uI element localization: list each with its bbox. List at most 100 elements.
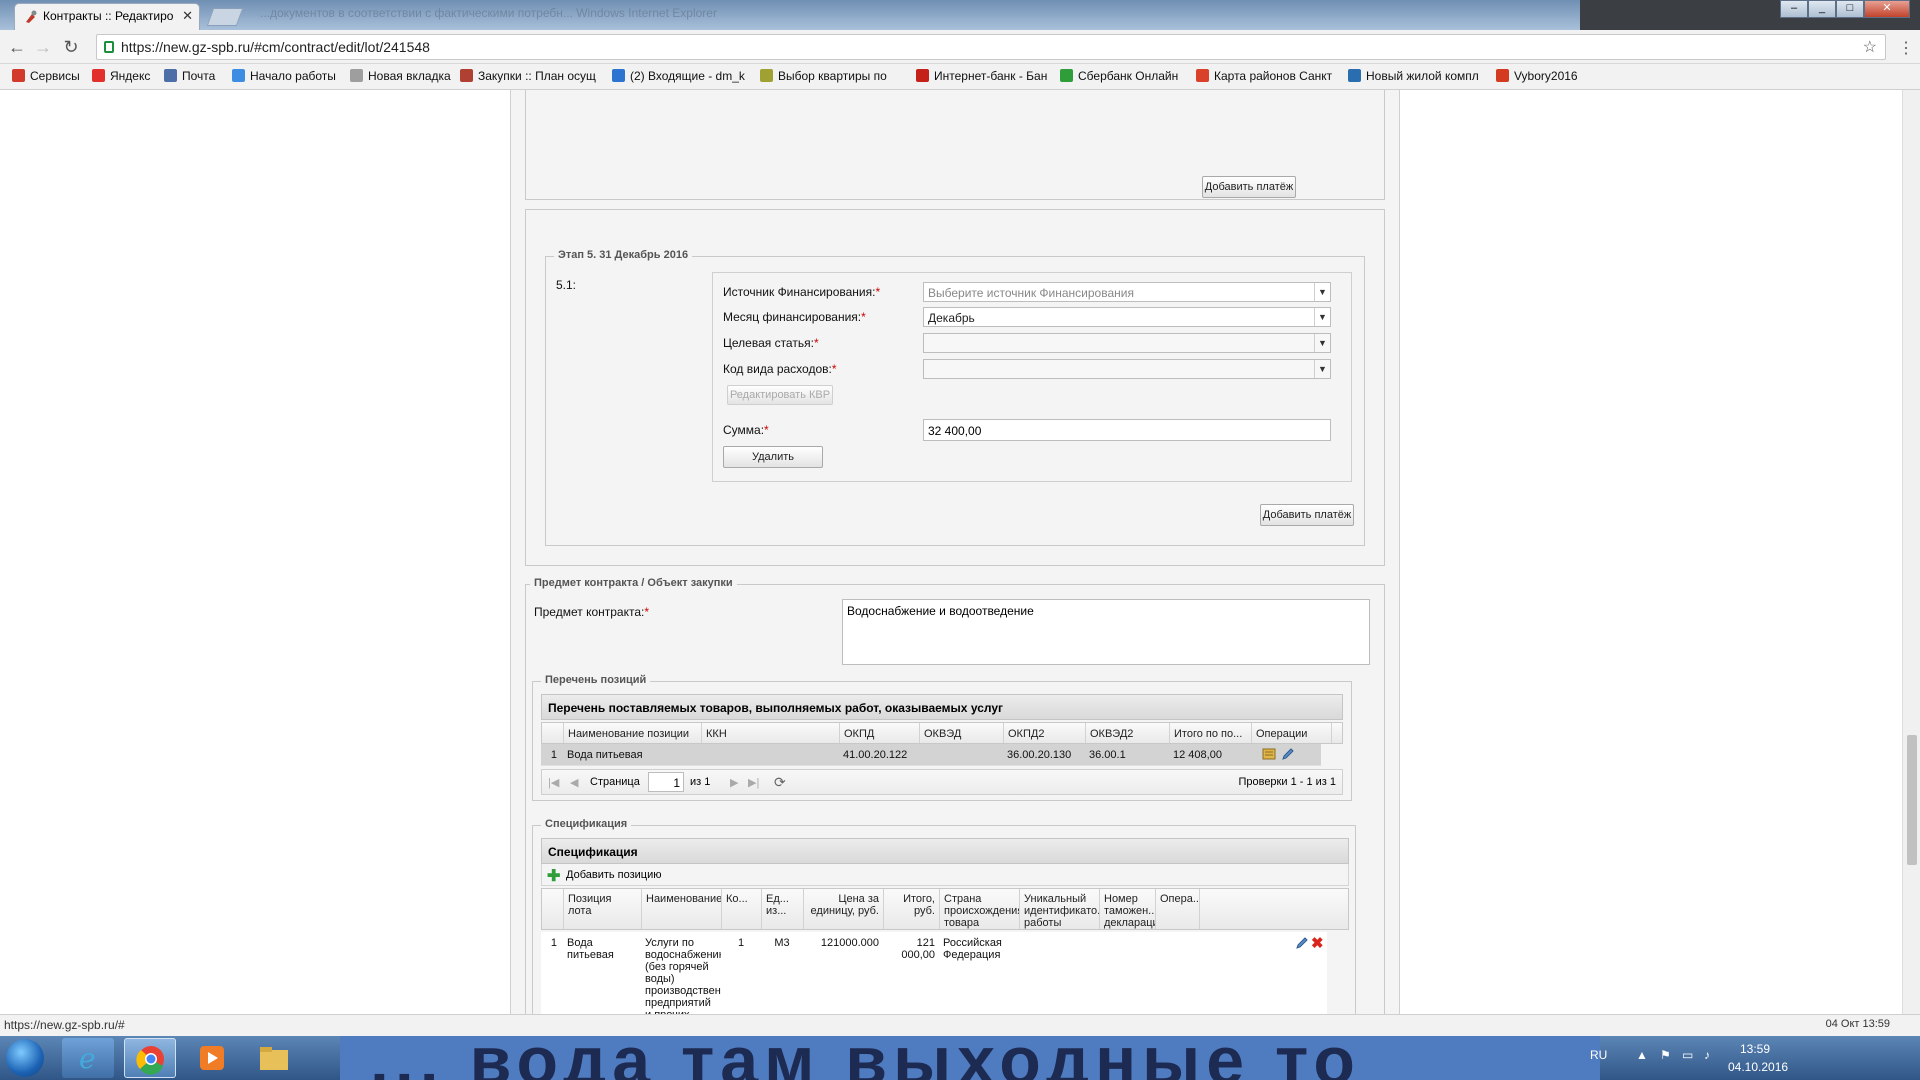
column-header[interactable]: Наименование (642, 889, 722, 929)
contract-edit-form: Добавить платёж Этап 5. 31 Декабрь 2016 … (510, 90, 1400, 1014)
explorer-taskbar-icon[interactable] (248, 1038, 300, 1078)
chrome-taskbar-icon[interactable] (124, 1038, 176, 1078)
back-arrow-icon[interactable]: ← (6, 36, 28, 58)
new-tab-button[interactable] (206, 8, 244, 26)
cell-okpd: 41.00.20.122 (843, 749, 908, 761)
bookmark-item[interactable]: Закупки :: План осущ (460, 69, 596, 83)
bookmark-item[interactable]: Начало работы (232, 69, 336, 83)
window-titlebar: ...документов в соответствии с фактическ… (0, 0, 1920, 30)
column-header[interactable]: Цена за единицу, руб. (804, 889, 884, 929)
column-header[interactable]: Наименование позиции (564, 723, 702, 743)
column-header[interactable]: ККН (702, 723, 840, 743)
bookmark-favicon-icon (350, 69, 363, 82)
page-viewport: Добавить платёж Этап 5. 31 Декабрь 2016 … (0, 90, 1902, 1014)
bookmark-item[interactable]: Яндекс (92, 69, 150, 83)
address-bar[interactable]: https://new.gz-spb.ru/#cm/contract/edit/… (96, 34, 1886, 60)
bookmark-item[interactable]: Новая вкладка (350, 69, 451, 83)
bookmark-item[interactable]: Сервисы (12, 69, 80, 83)
language-indicator[interactable]: RU (1590, 1048, 1607, 1062)
wallpaper-text: ... вода там выходные то (370, 1036, 1361, 1080)
browser-tab-active[interactable]: Контракты :: Редактиро ✕ (14, 3, 200, 30)
cell-okpd2: 36.00.20.130 (1007, 749, 1072, 761)
clock-time[interactable]: 13:59 (1740, 1042, 1770, 1056)
close-window-button[interactable]: ✕ (1864, 0, 1910, 18)
start-button[interactable] (6, 1039, 44, 1077)
browser-menu-icon[interactable]: ⋮ (1898, 38, 1914, 58)
column-header[interactable]: ОКПД2 (1004, 723, 1086, 743)
tray-expand-icon[interactable]: ▲ (1636, 1048, 1648, 1062)
bookmark-label: Начало работы (250, 69, 336, 83)
delete-x-icon[interactable]: ✖ (1311, 934, 1324, 952)
column-header[interactable]: Страна происхождения товара (940, 889, 1020, 929)
volume-icon[interactable]: ♪ (1704, 1048, 1710, 1062)
page-scrollbar[interactable] (1902, 90, 1920, 1014)
bookmark-item[interactable]: Выбор квартиры по (760, 69, 887, 83)
column-header[interactable]: Номер таможен... деклараци... (1100, 889, 1156, 929)
row-number-header (542, 889, 564, 929)
bookmark-item[interactable]: Новый жилой компл (1348, 69, 1479, 83)
page-number-input[interactable]: 1 (648, 772, 684, 792)
bookmark-favicon-icon (1496, 69, 1509, 82)
column-header[interactable]: ОКВЭД (920, 723, 1004, 743)
maximize-button[interactable]: □ (1836, 0, 1864, 18)
column-header[interactable]: Операции (1252, 723, 1332, 743)
bookmark-favicon-icon (1060, 69, 1073, 82)
row-number-header (542, 723, 564, 743)
column-header[interactable]: Позиция лота (564, 889, 642, 929)
page-label: Страница (590, 776, 640, 788)
cell-kkn (701, 746, 839, 752)
add-payment-button-stage4[interactable]: Добавить платёж (1202, 176, 1296, 198)
ie-taskbar-icon[interactable]: e (62, 1038, 114, 1078)
status-date: 04 Окт 13:59 (1825, 1018, 1890, 1030)
bookmark-favicon-icon (164, 69, 177, 82)
forward-arrow-icon[interactable]: → (32, 36, 54, 58)
scrollbar-thumb[interactable] (1907, 735, 1917, 865)
column-header[interactable]: ОКВЭД2 (1086, 723, 1170, 743)
spec-grid-title: Спецификация (541, 838, 1349, 864)
bookmark-item[interactable]: Почта (164, 69, 215, 83)
minimize-window-icon[interactable]: – (1780, 0, 1808, 18)
column-header[interactable]: ОКПД (840, 723, 920, 743)
add-position-button[interactable]: Добавить позицию (566, 869, 662, 881)
cell-qty: 1 (737, 937, 745, 949)
column-header[interactable]: Опера... (1156, 889, 1200, 929)
status-bar: https://new.gz-spb.ru/# 04 Окт 13:59 (0, 1014, 1920, 1036)
table-row[interactable]: 1 Вода питьевая Услуги по водоснабжению (б… (541, 932, 1327, 1014)
column-header[interactable]: Итого, руб. (884, 889, 940, 929)
cell-price: 121000.000 (820, 937, 879, 949)
bookmark-favicon-icon (612, 69, 625, 82)
bookmark-favicon-icon (92, 69, 105, 82)
clock-date[interactable]: 04.10.2016 (1728, 1060, 1788, 1074)
bookmark-favicon-icon (1348, 69, 1361, 82)
next-page-icon[interactable]: ▶ (730, 776, 738, 789)
last-page-icon[interactable]: ▶| (748, 776, 759, 789)
network-icon[interactable]: ▭ (1682, 1048, 1693, 1062)
cell-lot: Вода питьевая (567, 937, 614, 961)
table-row[interactable]: 1 Вода питьевая 41.00.20.122 36.00.20.130 36… (541, 744, 1321, 766)
bookmark-item[interactable]: (2) Входящие - dm_k (612, 69, 745, 83)
add-plus-icon[interactable]: ✚ (547, 866, 560, 886)
prev-page-icon[interactable]: ◀ (570, 776, 578, 789)
bookmark-star-icon[interactable]: ☆ (1863, 37, 1877, 57)
tab-close-icon[interactable]: ✕ (182, 8, 193, 24)
first-page-icon[interactable]: |◀ (548, 776, 559, 789)
subject-textarea[interactable]: Водоснабжение и водоотведение (842, 599, 1370, 665)
refresh-icon[interactable]: ⟳ (774, 774, 786, 791)
bookmark-item[interactable]: Карта районов Санкт (1196, 69, 1332, 83)
media-player-taskbar-icon[interactable] (186, 1038, 238, 1078)
column-header[interactable]: Уникальный идентификато... работы услуги… (1020, 889, 1100, 929)
column-header[interactable]: Ед... из... (762, 889, 804, 929)
reload-icon[interactable]: ↻ (60, 36, 82, 58)
minimize-button[interactable]: _ (1808, 0, 1836, 18)
scroll-icon[interactable] (1261, 747, 1277, 764)
column-header[interactable]: Ко... (722, 889, 762, 929)
edit-pencil-icon[interactable] (1295, 936, 1309, 953)
bookmark-item[interactable]: Сбербанк Онлайн (1060, 69, 1178, 83)
action-center-icon[interactable]: ⚑ (1660, 1048, 1671, 1062)
payments-outer (525, 210, 1385, 566)
spec-toolbar: ✚ Добавить позицию (541, 864, 1349, 886)
bookmark-item[interactable]: Vybory2016 (1496, 69, 1578, 83)
edit-pencil-icon[interactable] (1281, 747, 1295, 764)
bookmark-item[interactable]: Интернет-банк - Бан (916, 69, 1047, 83)
column-header[interactable]: Итого по по... (1170, 723, 1252, 743)
